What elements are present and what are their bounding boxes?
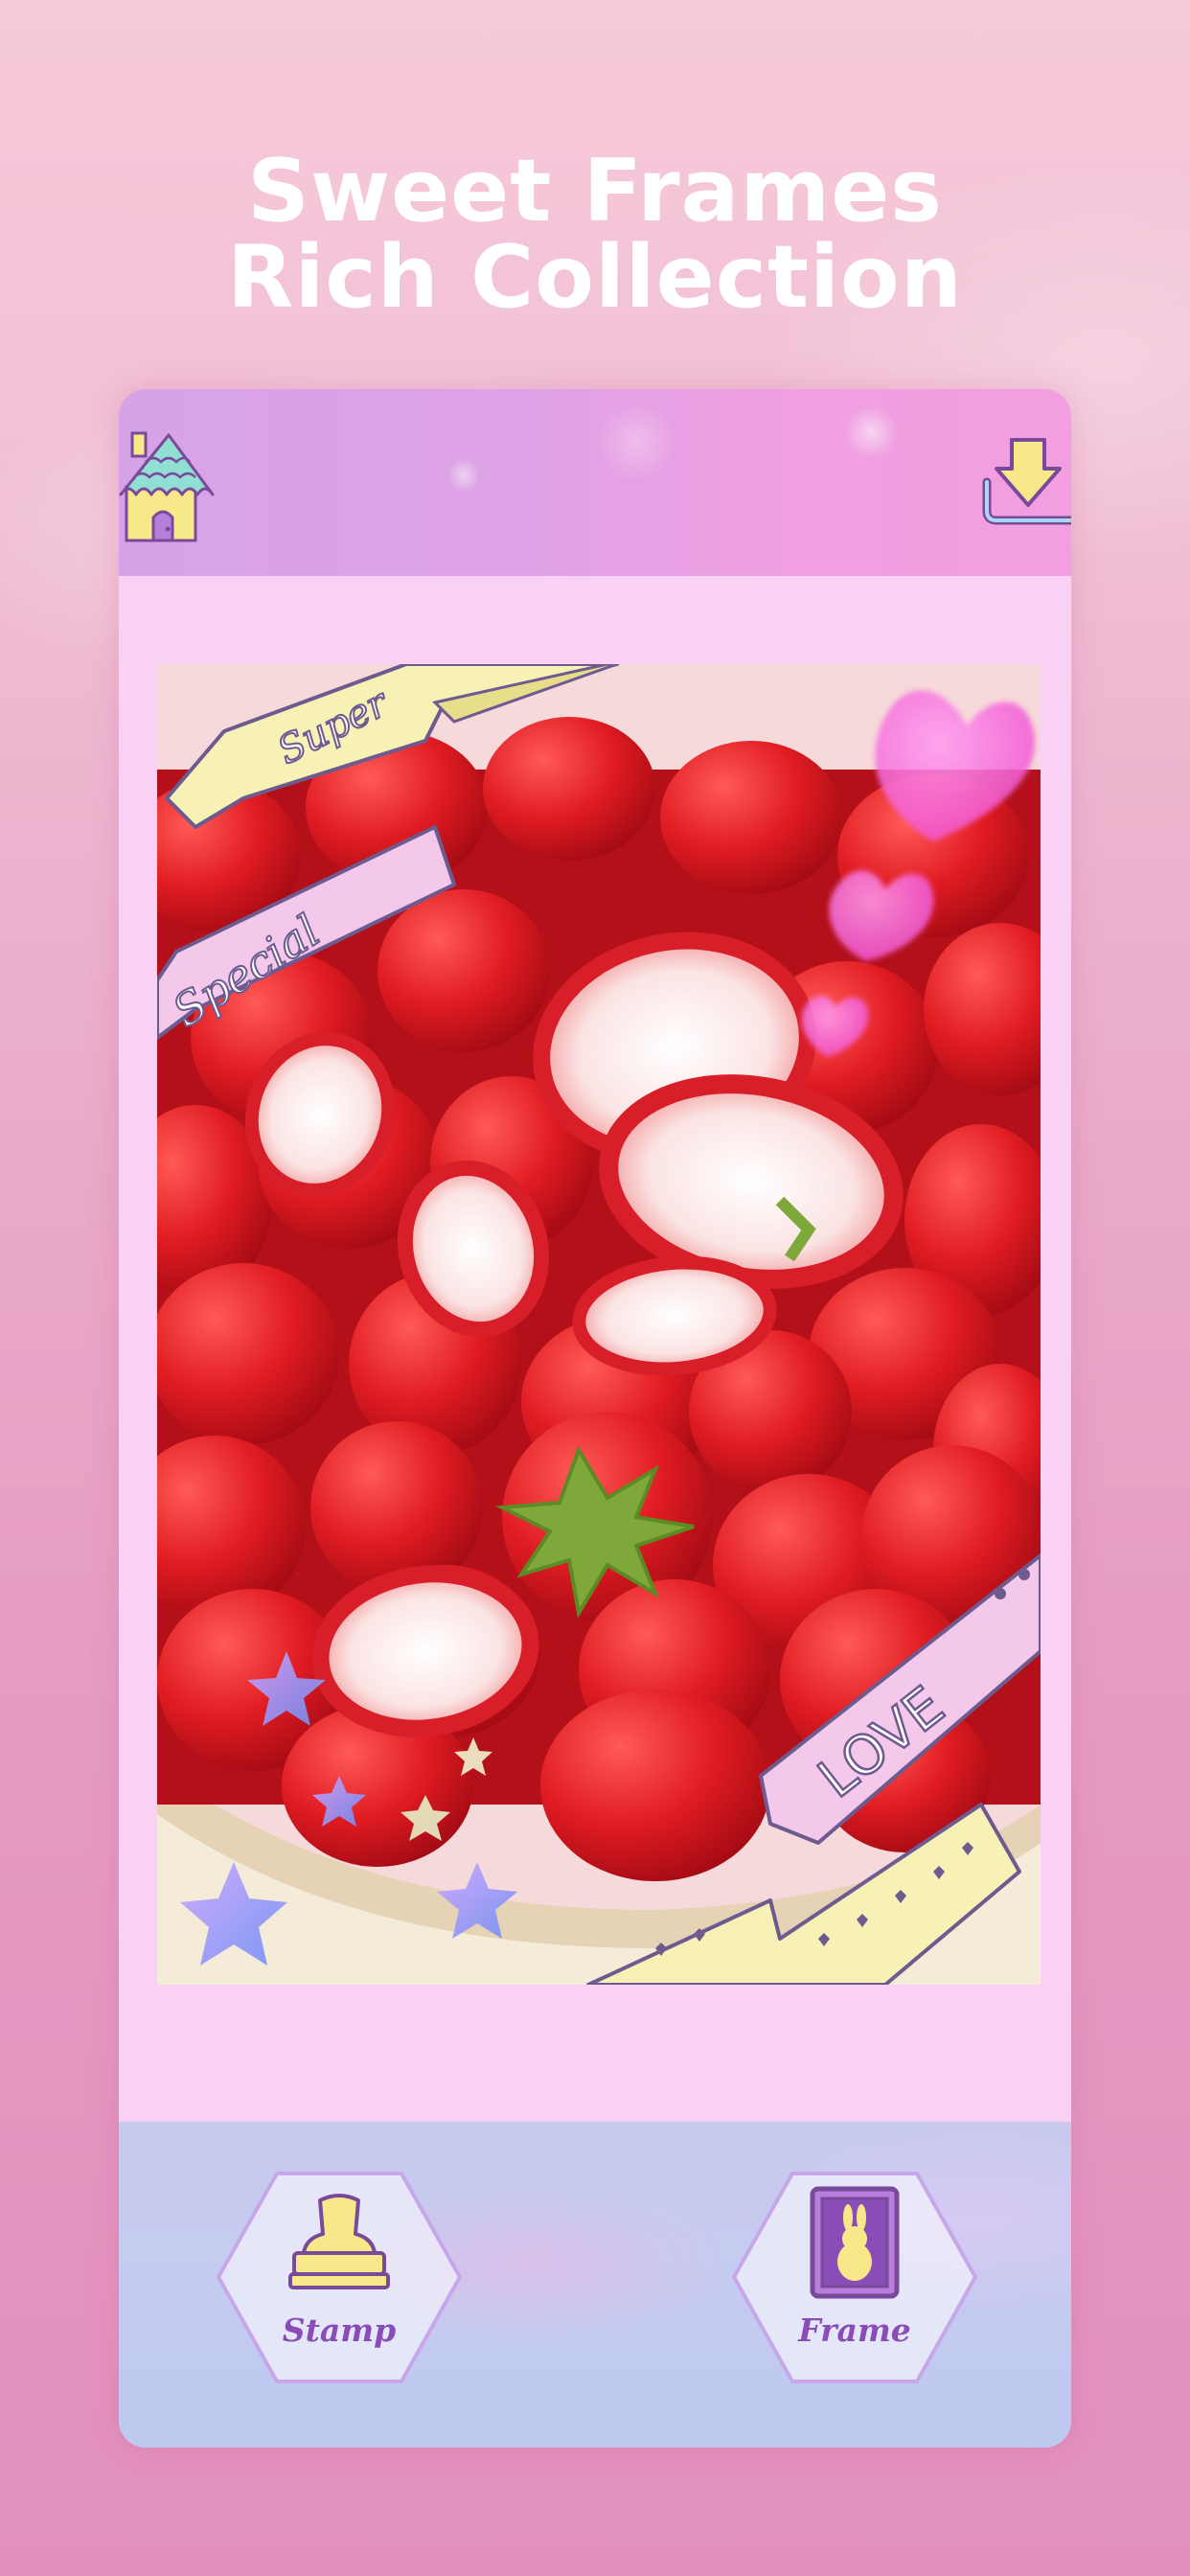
bottom-toolbar: Stamp Frame — [119, 2122, 1071, 2448]
stamp-label: Stamp — [282, 2312, 397, 2349]
bunny-frame-icon — [810, 2186, 900, 2299]
app-screen: Super Special LOVE Stamp Frame — [119, 389, 1071, 2448]
promo-headline: Sweet Frames Rich Collection — [0, 149, 1190, 321]
strawberry-photo: Super Special LOVE — [157, 664, 1041, 1985]
download-tray-icon — [982, 438, 1071, 525]
house-icon — [119, 431, 215, 542]
headline-line-2: Rich Collection — [227, 227, 963, 328]
top-toolbar — [119, 389, 1071, 576]
headline-line-1: Sweet Frames — [247, 141, 943, 242]
stamp-icon — [288, 2194, 390, 2289]
home-button[interactable] — [119, 427, 218, 546]
save-button[interactable] — [981, 432, 1071, 538]
frame-label: Frame — [798, 2312, 911, 2349]
stamp-button[interactable]: Stamp — [215, 2170, 464, 2385]
frame-button[interactable]: Frame — [730, 2170, 979, 2385]
photo-canvas[interactable]: Super Special LOVE — [157, 664, 1041, 1985]
